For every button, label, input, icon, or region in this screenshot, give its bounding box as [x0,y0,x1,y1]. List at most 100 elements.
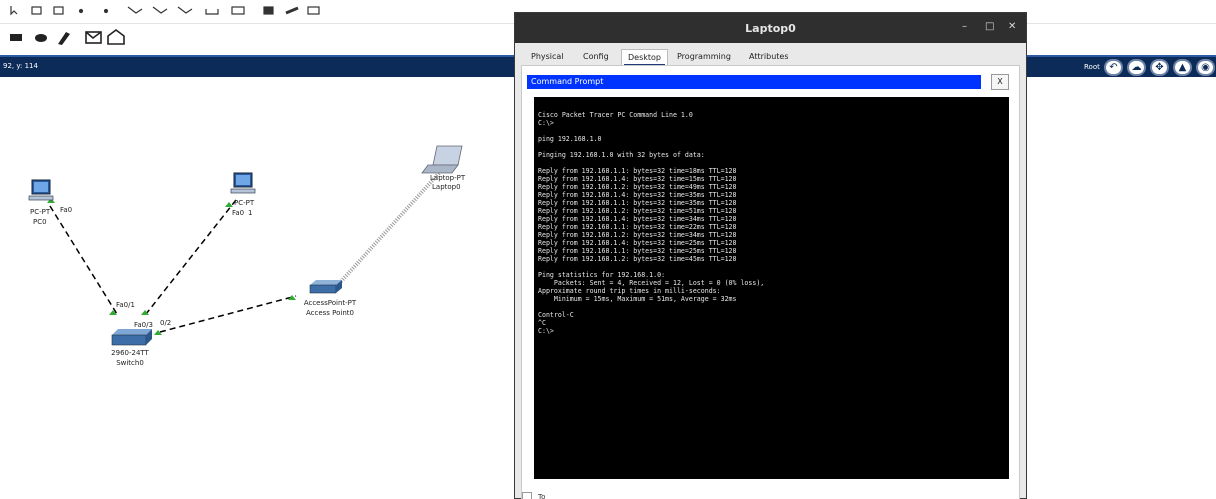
coordinates-readout: 92, y: 114 [3,62,38,70]
rectangle-icon [205,9,219,15]
terminal-line: C:\> [538,119,554,127]
pc1-name-label: 1 [248,209,253,217]
note-icon [53,6,64,15]
viewport-button[interactable]: ◉ [1196,59,1215,76]
terminal-line: Reply from 192.168.1.4: bytes=32 time=15… [538,175,737,183]
link-pc0-switch [49,205,118,315]
access-point-icon[interactable] [309,280,342,294]
terminal-line: Reply from 192.168.1.4: bytes=32 time=25… [538,239,737,247]
resize-icon [103,8,109,14]
terminal-line: Reply from 192.168.1.1: bytes=32 time=22… [538,223,737,231]
top-checkbox-label: To [538,493,546,499]
switch-name-label: Switch0 [116,359,144,367]
tab-desktop[interactable]: Desktop [621,49,668,67]
pc1-port-label: Fa0 [232,209,245,217]
pencil-icon [58,32,70,45]
laptop-name-label: Laptop0 [432,183,461,191]
new-cluster-button[interactable]: ☁ [1127,59,1146,76]
open-mail-icon [107,29,125,45]
complex-pdu-icon [307,6,320,15]
pc1-icon[interactable] [230,172,256,194]
switch-port-fa01-label: Fa0/1 [116,301,135,309]
tab-physical[interactable]: Physical [525,49,570,65]
shape-icon [177,6,193,14]
ap-model-label: AccessPoint-PT [303,299,357,307]
terminal-line: Reply from 192.168.1.1: bytes=32 time=18… [538,167,737,175]
move-icon: ✥ [1155,62,1164,73]
terminal-output: Cisco Packet Tracer PC Command Line 1.0 C… [538,111,764,335]
terminal-line: Reply from 192.168.1.2: bytes=32 time=51… [538,207,737,215]
topology-canvas [28,145,463,346]
select-icon [10,6,18,16]
terminal-line: Cisco Packet Tracer PC Command Line 1.0 [538,111,693,119]
link-switch-ap [159,295,297,333]
tab-attributes[interactable]: Attributes [743,49,795,65]
delete-icon [78,8,84,14]
port-light [225,202,233,207]
packet-tracer-app: 92, y: 114 Root ↶ ☁ ✥ ▲ ◉ PC-PT PC0 Fa0 … [0,0,1216,499]
terminal-line: ^C [538,319,546,327]
back-button[interactable]: ↶ [1104,59,1123,76]
mountain-icon: ▲ [1178,62,1187,73]
terminal-line: Minimum = 15ms, Maximum = 51ms, Average … [538,295,737,303]
command-prompt-title: Command Prompt [527,75,981,89]
pc0-name-label: PC0 [33,218,47,226]
draw-line-icon [127,6,143,14]
tab-config[interactable]: Config [577,49,615,65]
terminal-screen[interactable]: Cisco Packet Tracer PC Command Line 1.0 C… [534,97,1009,479]
move-object-button[interactable]: ✥ [1150,59,1169,76]
ellipse-icon [231,6,245,15]
terminal-line: C:\> [538,327,554,335]
cloud-icon: ☁ [1131,62,1142,73]
terminal-line: Approximate round trip times in milli-se… [538,287,721,295]
freeform-icon [152,6,168,14]
top-checkbox[interactable] [522,492,532,499]
terminal-line: ping 192.168.1.0 [538,135,602,143]
laptop-icon[interactable] [421,145,463,174]
close-icon[interactable]: ✕ [1008,21,1016,32]
rect-tool-icon [10,34,22,41]
terminal-line: Pinging 192.168.1.0 with 32 bytes of dat… [538,151,705,159]
terminal-line: Ping statistics for 192.168.1.0: [538,271,666,279]
terminal-line: Control-C [538,311,574,319]
toolbar-icons-row[interactable] [8,2,338,22]
fill-icon [263,6,274,15]
pc0-port-label: Fa0 [60,206,73,214]
laptop-device-window: Laptop0 – □ ✕ Physical Config Desktop Pr… [514,12,1027,499]
terminal-line: Reply from 192.168.1.4: bytes=32 time=35… [538,191,737,199]
terminal-line: Packets: Sent = 4, Received = 12, Lost =… [538,279,765,287]
laptop-model-label: Laptop-PT [430,174,466,182]
terminal-line: Reply from 192.168.1.1: bytes=32 time=35… [538,199,737,207]
switch-icon[interactable] [111,329,152,346]
tab-programming[interactable]: Programming [671,49,737,65]
inspect-icon [31,6,42,15]
terminal-line: Reply from 192.168.1.4: bytes=32 time=34… [538,215,737,223]
pc0-icon[interactable] [28,179,54,201]
minimize-icon[interactable]: – [962,21,967,32]
drawing-tools[interactable] [6,26,146,52]
terminal-line: Reply from 192.168.1.2: bytes=32 time=34… [538,231,737,239]
wireless-link-ap-laptop [334,170,442,289]
terminal-line: Reply from 192.168.1.1: bytes=32 time=25… [538,247,737,255]
back-arrow-icon: ↶ [1109,62,1118,73]
ellipse-tool-icon [35,34,47,42]
maximize-icon[interactable]: □ [985,21,994,32]
set-background-button[interactable]: ▲ [1173,59,1192,76]
ap-name-label: Access Point0 [305,309,355,317]
switch-port-02-label: 0/2 [160,319,172,327]
window-title-bar[interactable]: Laptop0 – □ ✕ [515,13,1026,43]
switch-port-fa03-label: Fa0/3 [134,321,153,329]
pc1-model-label: PC-PT [234,199,255,207]
command-prompt-close-button[interactable]: X [991,74,1009,90]
window-title: Laptop0 [745,22,796,35]
root-label: Root [1084,63,1100,71]
viewport-icon: ◉ [1201,62,1210,73]
terminal-line: Reply from 192.168.1.2: bytes=32 time=45… [538,255,737,263]
switch-model-label: 2960-24TT [111,349,149,357]
pc0-model-label: PC-PT [30,208,51,216]
terminal-line: Reply from 192.168.1.2: bytes=32 time=49… [538,183,737,191]
